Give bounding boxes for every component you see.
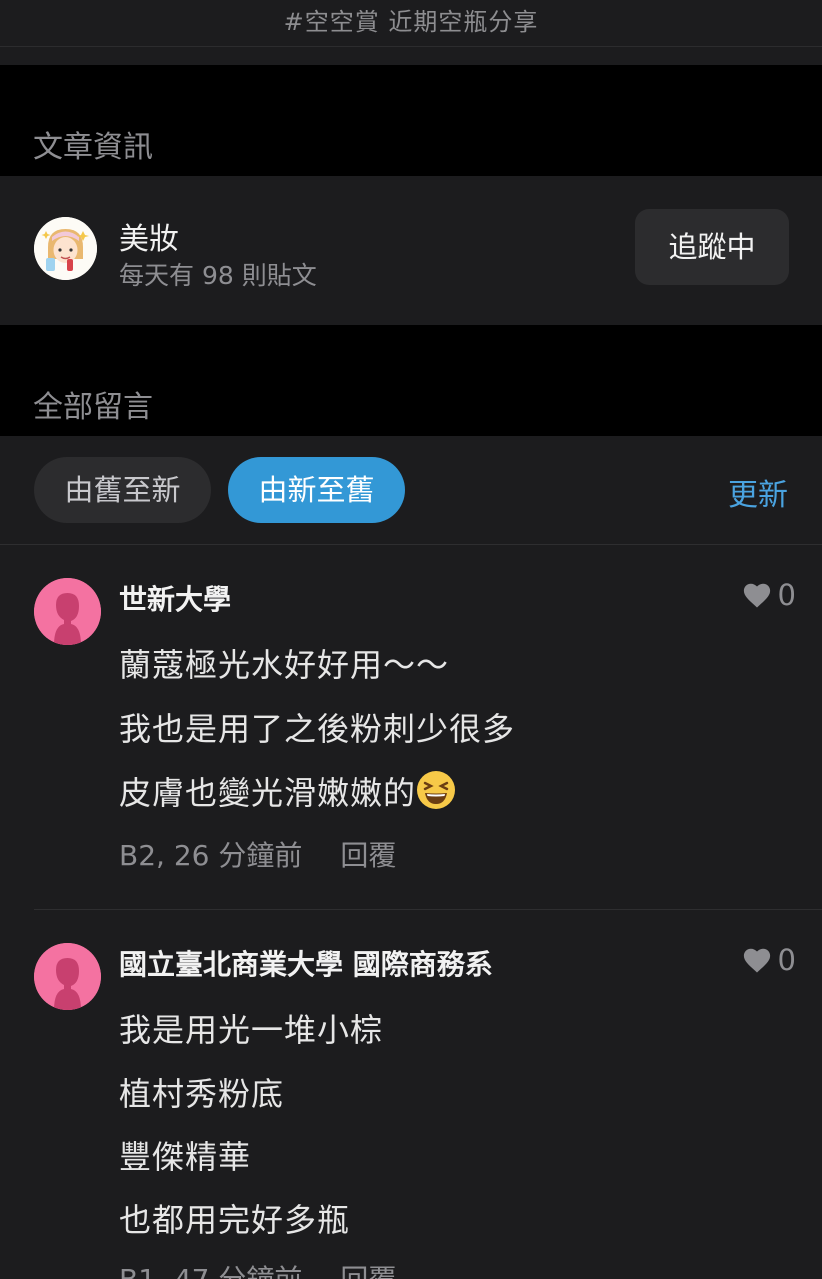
heart-icon bbox=[743, 948, 770, 973]
comment-meta: B1, 47 分鐘前 回覆 bbox=[119, 1258, 396, 1279]
comment-text-line-with-emoji: 皮膚也變光滑嫩嫩的 bbox=[119, 768, 456, 818]
post-page: #空空賞 近期空瓶分享 文章資訊 美妝 每天有 98 則貼文 追蹤中 全部留言 bbox=[0, 0, 822, 1279]
user-avatar-icon[interactable] bbox=[34, 578, 101, 645]
comment-floor-time: B2, 26 分鐘前 bbox=[119, 839, 303, 872]
comment-text-line: 我是用光一堆小棕 bbox=[119, 1011, 384, 1049]
sort-bar: 由舊至新 由新至舊 更新 bbox=[0, 436, 822, 545]
board-post-stat: 每天有 98 則貼文 bbox=[119, 261, 317, 290]
heart-icon bbox=[743, 583, 770, 608]
comments-panel: 由舊至新 由新至舊 更新 世新大學 0 蘭蔻極光水好好用～～ 我也是用了之後粉刺… bbox=[0, 436, 822, 1279]
board-name[interactable]: 美妝 bbox=[119, 214, 179, 258]
comments-heading: 全部留言 bbox=[33, 390, 153, 425]
follow-button[interactable]: 追蹤中 bbox=[635, 209, 789, 285]
sort-oldest-button[interactable]: 由舊至新 bbox=[34, 457, 211, 523]
comment-author[interactable]: 國立臺北商業大學 國際商務系 bbox=[119, 943, 493, 983]
refresh-button[interactable]: 更新 bbox=[728, 470, 788, 514]
like-count: 0 bbox=[777, 578, 796, 612]
board-card[interactable]: 美妝 每天有 98 則貼文 追蹤中 bbox=[0, 176, 822, 325]
like-button[interactable]: 0 bbox=[742, 943, 796, 977]
reply-button[interactable]: 回覆 bbox=[340, 1263, 396, 1279]
comment-divider bbox=[34, 909, 822, 910]
comment-floor-time: B1, 47 分鐘前 bbox=[119, 1263, 302, 1279]
post-tags[interactable]: #空空賞 近期空瓶分享 bbox=[0, 2, 822, 37]
comment-author[interactable]: 世新大學 bbox=[119, 578, 231, 618]
sort-newest-button[interactable]: 由新至舊 bbox=[228, 457, 405, 523]
reply-button[interactable]: 回覆 bbox=[340, 839, 396, 872]
separator-band bbox=[0, 47, 822, 65]
like-count: 0 bbox=[777, 943, 796, 977]
user-avatar-icon[interactable] bbox=[34, 943, 101, 1010]
comment-text-line: 我也是用了之後粉刺少很多 bbox=[119, 710, 516, 748]
like-button[interactable]: 0 bbox=[742, 578, 796, 612]
comment-text-line: 植村秀粉底 bbox=[119, 1075, 285, 1113]
comment-meta: B2, 26 分鐘前 回覆 bbox=[119, 834, 396, 874]
grinning-squinting-face-icon bbox=[416, 770, 456, 818]
comment-text-line: 也都用完好多瓶 bbox=[119, 1201, 351, 1239]
board-avatar-icon[interactable] bbox=[34, 217, 97, 280]
post-tags-bar: #空空賞 近期空瓶分享 bbox=[0, 0, 822, 47]
comment-text-line: 蘭蔻極光水好好用～～ bbox=[119, 646, 450, 684]
article-info-heading: 文章資訊 bbox=[33, 130, 153, 165]
comment-text-line: 豐傑精華 bbox=[119, 1138, 252, 1176]
